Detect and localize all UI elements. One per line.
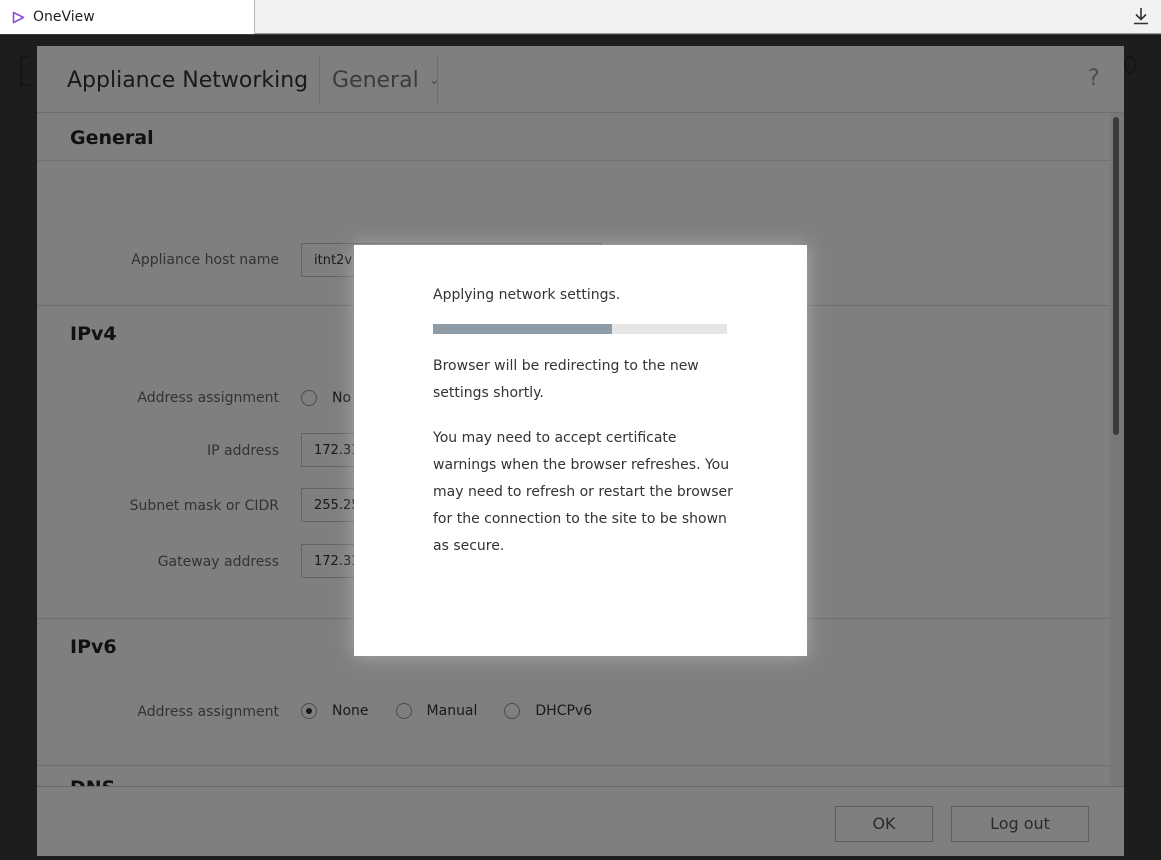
progress-fill [433, 324, 613, 334]
modal-title: Applying network settings. [433, 287, 621, 303]
progress-bar [433, 324, 727, 334]
redirect-message: Browser will be redirecting to the new s… [433, 358, 699, 401]
browser-tab-title: OneView [33, 9, 95, 25]
oneview-logo-icon [12, 11, 25, 23]
download-icon[interactable] [1131, 6, 1151, 26]
browser-tab[interactable]: OneView [0, 0, 255, 34]
browser-tabbar: OneView [0, 0, 1161, 34]
certificate-warning-message: You may need to accept certificate warni… [433, 430, 733, 554]
applying-settings-modal: Applying network settings. Browser will … [354, 245, 807, 656]
